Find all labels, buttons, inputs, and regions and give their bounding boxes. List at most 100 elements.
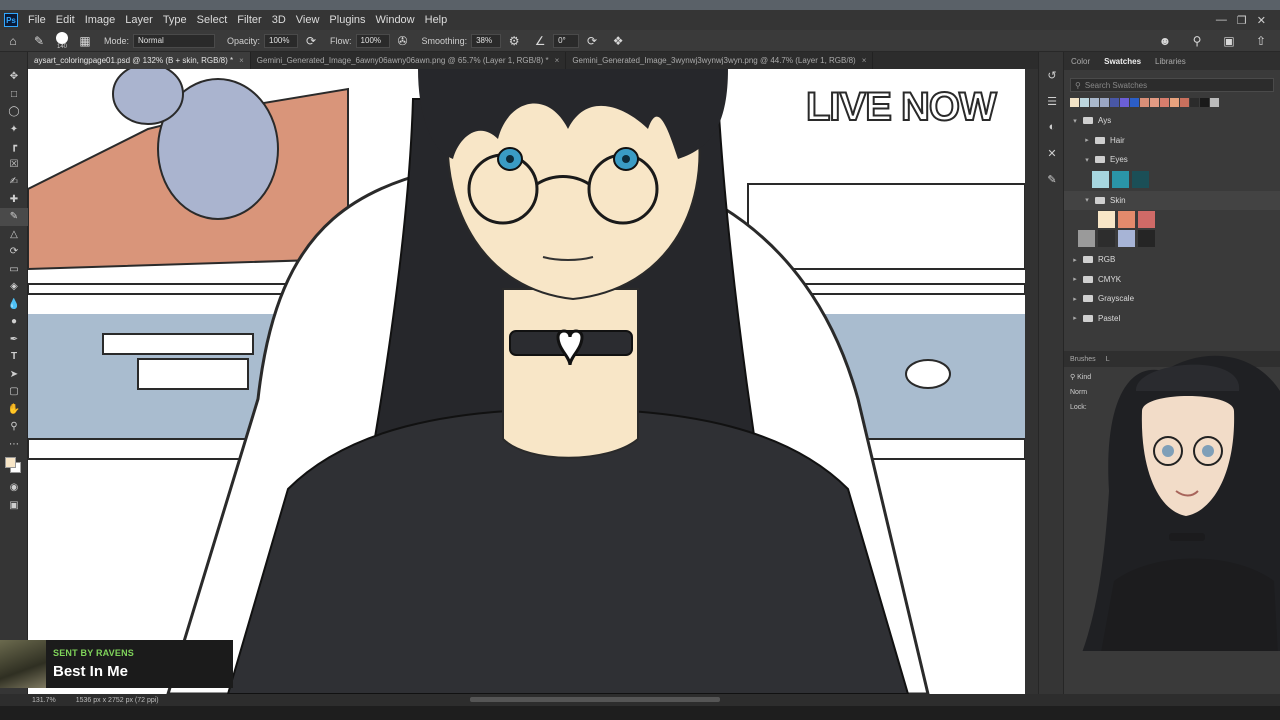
recent-color-swatch[interactable]: [1190, 98, 1199, 107]
chevron-right-icon[interactable]: ▸: [1070, 314, 1080, 322]
swatch-group-row[interactable]: ▸ RGB: [1064, 250, 1280, 270]
pen-tool-icon[interactable]: ✒: [0, 331, 28, 349]
color-swatch[interactable]: [1098, 230, 1115, 247]
tab-color[interactable]: Color: [1064, 57, 1097, 66]
hand-tool-icon[interactable]: ✋: [0, 401, 28, 419]
brush-tool-icon[interactable]: ✎: [0, 208, 28, 226]
swatch-group-row[interactable]: ▾ Skin: [1064, 190, 1280, 210]
recent-color-swatch[interactable]: [1180, 98, 1189, 107]
close-icon[interactable]: ✕: [1257, 14, 1266, 27]
close-tab-icon[interactable]: ×: [555, 56, 560, 65]
color-swatch[interactable]: [1118, 230, 1135, 247]
recent-color-swatch[interactable]: [1090, 98, 1099, 107]
color-swatch[interactable]: [1118, 211, 1135, 228]
color-swatches[interactable]: [0, 453, 27, 479]
recent-color-swatch[interactable]: [1100, 98, 1109, 107]
swatch-group-row[interactable]: ▾ Eyes: [1064, 150, 1280, 170]
paint-bucket-tool-icon[interactable]: ◈: [0, 278, 28, 296]
recent-color-swatch[interactable]: [1120, 98, 1129, 107]
document-canvas[interactable]: LIVE NOW: [28, 69, 1025, 694]
search-icon[interactable]: ⚲: [1189, 33, 1205, 49]
recent-color-swatch[interactable]: [1070, 98, 1079, 107]
pressure-opacity-icon[interactable]: ⟳: [303, 33, 319, 49]
recent-color-swatch[interactable]: [1160, 98, 1169, 107]
symmetry-icon[interactable]: ❖: [610, 33, 626, 49]
color-swatch[interactable]: [1092, 170, 1109, 188]
smoothing-field[interactable]: 38%: [471, 33, 502, 48]
home-icon[interactable]: ⌂: [5, 33, 21, 49]
color-wheel-icon[interactable]: ◐: [1039, 114, 1065, 140]
minimize-icon[interactable]: —: [1216, 14, 1227, 27]
chevron-down-icon[interactable]: ▾: [1082, 156, 1092, 164]
chevron-right-icon[interactable]: ▸: [1070, 275, 1080, 283]
swatch-group-row[interactable]: ▸ CMYK: [1064, 270, 1280, 290]
menu-image[interactable]: Image: [81, 14, 122, 26]
rectangle-tool-icon[interactable]: ▢: [0, 383, 28, 401]
share-export-icon[interactable]: ⇧: [1253, 33, 1269, 49]
close-tab-icon[interactable]: ×: [862, 56, 867, 65]
recent-color-swatch[interactable]: [1080, 98, 1089, 107]
menu-filter[interactable]: Filter: [233, 14, 267, 26]
angle-field[interactable]: 0°: [553, 33, 580, 48]
chevron-down-icon[interactable]: ▾: [1070, 117, 1080, 125]
path-select-tool-icon[interactable]: ➤: [0, 366, 28, 384]
history-panel-icon[interactable]: ↺: [1039, 62, 1065, 88]
color-swatch[interactable]: [1078, 230, 1095, 247]
frame-tool-icon[interactable]: ☒: [0, 156, 28, 174]
workspace-icon[interactable]: ▣: [1221, 33, 1237, 49]
history-brush-tool-icon[interactable]: ⟳: [0, 243, 28, 261]
brush-settings-icon[interactable]: ▦: [77, 33, 93, 49]
blur-tool-icon[interactable]: 💧: [0, 296, 28, 314]
move-tool-icon[interactable]: ✥: [0, 68, 28, 86]
color-swatch[interactable]: [1112, 170, 1129, 188]
horizontal-scrollbar[interactable]: [470, 697, 720, 702]
flow-field[interactable]: 100%: [355, 33, 390, 48]
chevron-right-icon[interactable]: ▸: [1070, 256, 1080, 264]
type-tool-icon[interactable]: T: [0, 348, 28, 366]
swatch-group-row[interactable]: ▸ Grayscale: [1064, 289, 1280, 309]
swatches-search-field[interactable]: ⚲ Search Swatches: [1070, 78, 1274, 92]
opacity-field[interactable]: 100%: [264, 33, 299, 48]
menu-file[interactable]: File: [24, 14, 52, 26]
swatch-group-row[interactable]: ▾ Ays: [1064, 111, 1280, 131]
pressure-size-icon[interactable]: ⟳: [584, 33, 600, 49]
eyedropper-tool-icon[interactable]: ✍: [0, 173, 28, 191]
airbrush-icon[interactable]: ✇: [395, 33, 411, 49]
mode-select[interactable]: Normal: [133, 33, 216, 48]
menu-view[interactable]: View: [292, 14, 326, 26]
recent-color-swatch[interactable]: [1210, 98, 1219, 107]
color-swatch[interactable]: [1098, 211, 1115, 228]
menu-type[interactable]: Type: [159, 14, 193, 26]
recent-color-swatch[interactable]: [1110, 98, 1119, 107]
quick-mask-icon[interactable]: ◉: [0, 479, 28, 497]
tools-options-icon[interactable]: ✕: [1039, 140, 1065, 166]
chevron-right-icon[interactable]: ▸: [1070, 295, 1080, 303]
healing-tool-icon[interactable]: ✚: [0, 191, 28, 209]
lasso-tool-icon[interactable]: ◯: [0, 103, 28, 121]
document-info[interactable]: 1536 px x 2752 px (72 ppi): [76, 697, 159, 704]
chevron-down-icon[interactable]: ▾: [1082, 196, 1092, 204]
menu-edit[interactable]: Edit: [52, 14, 81, 26]
tab-swatches[interactable]: Swatches: [1097, 57, 1148, 66]
brush-panel-icon[interactable]: ✎: [1039, 166, 1065, 192]
menu-window[interactable]: Window: [372, 14, 421, 26]
tab-document-2[interactable]: Gemini_Generated_Image_6awny06awny06awn.…: [250, 52, 567, 69]
tab-document-1[interactable]: aysart_coloringpage01.psd @ 132% (B + sk…: [28, 52, 251, 69]
menu-plugins[interactable]: Plugins: [325, 14, 371, 26]
screen-mode-icon[interactable]: ▣: [0, 497, 28, 515]
vertical-scrollbar[interactable]: [1025, 69, 1038, 694]
menu-help[interactable]: Help: [421, 14, 454, 26]
eraser-tool-icon[interactable]: ▭: [0, 261, 28, 279]
recent-color-swatch[interactable]: [1140, 98, 1149, 107]
recent-color-swatch[interactable]: [1200, 98, 1209, 107]
recent-color-swatch[interactable]: [1150, 98, 1159, 107]
dodge-tool-icon[interactable]: ●: [0, 313, 28, 331]
chevron-right-icon[interactable]: ▸: [1082, 136, 1092, 144]
zoom-level[interactable]: 131.7%: [32, 697, 56, 704]
recent-color-swatch[interactable]: [1170, 98, 1179, 107]
restore-icon[interactable]: ❐: [1237, 14, 1247, 27]
swatch-group-row[interactable]: ▸ Hair: [1064, 131, 1280, 151]
tab-document-3[interactable]: Gemini_Generated_Image_3wynwj3wynwj3wyn.…: [566, 52, 874, 69]
stamp-tool-icon[interactable]: △: [0, 226, 28, 244]
recent-color-swatch[interactable]: [1130, 98, 1139, 107]
